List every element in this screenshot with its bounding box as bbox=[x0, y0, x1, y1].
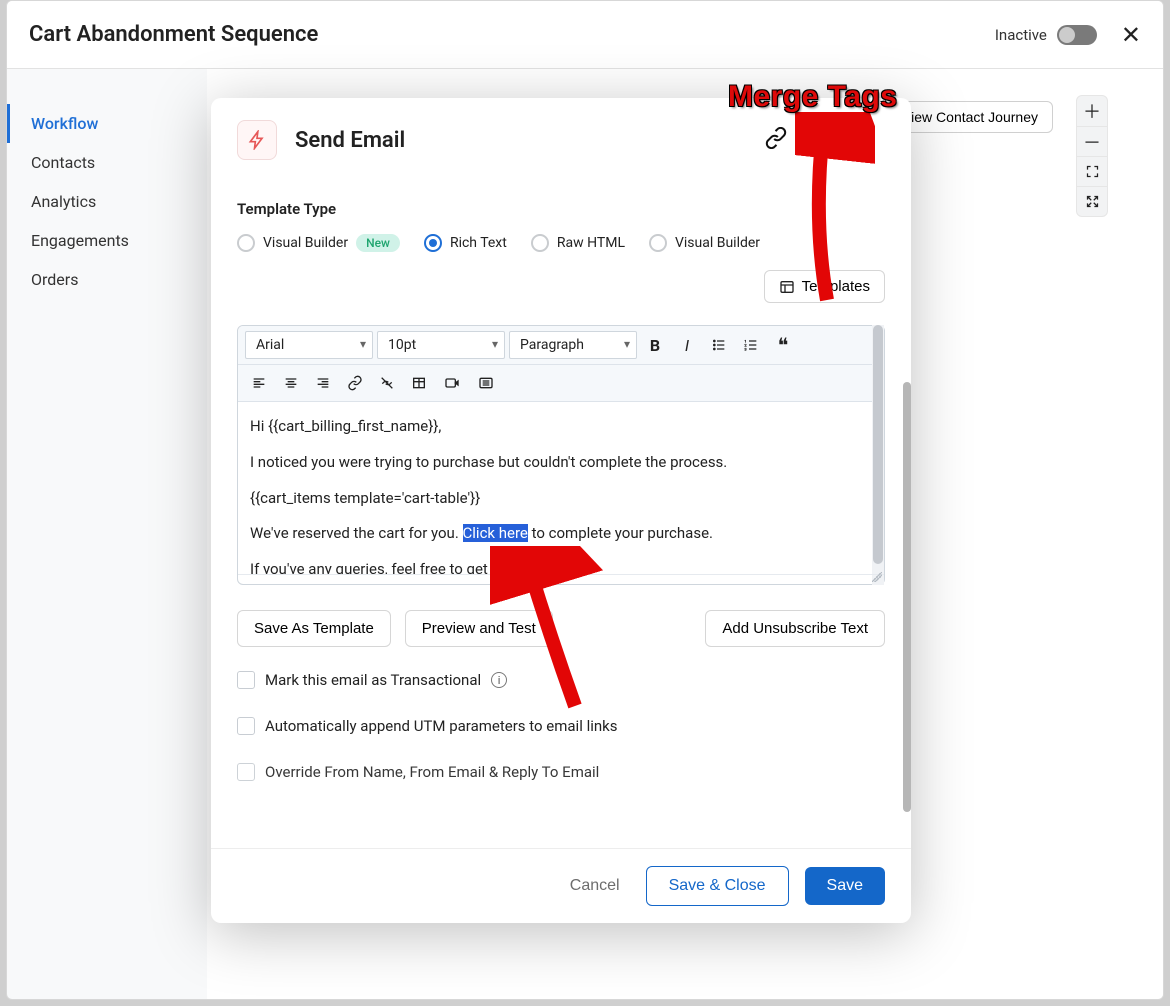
override-checkbox-row[interactable]: Override From Name, From Email & Reply T… bbox=[237, 763, 885, 781]
checkbox-icon bbox=[237, 763, 255, 781]
editor-line: {{cart_items template='cart-table'}} bbox=[250, 488, 872, 510]
active-toggle[interactable] bbox=[1057, 25, 1097, 45]
fullscreen-button[interactable] bbox=[1077, 186, 1107, 216]
bolt-icon bbox=[237, 120, 277, 160]
radio-label: Raw HTML bbox=[557, 235, 625, 251]
radio-icon bbox=[649, 234, 667, 252]
editor-toolbar-row-1: Arial 10pt Paragraph B I 123 ❝ bbox=[238, 326, 884, 365]
save-close-button[interactable]: Save & Close bbox=[646, 866, 789, 906]
radio-raw-html[interactable]: Raw HTML bbox=[531, 234, 625, 252]
send-email-modal: Send Email {{‥}} ✕ Template Type Visual … bbox=[211, 98, 911, 923]
checkbox-label: Override From Name, From Email & Reply T… bbox=[265, 763, 599, 781]
checkbox-label: Mark this email as Transactional bbox=[265, 671, 481, 689]
checkbox-label: Automatically append UTM parameters to e… bbox=[265, 717, 618, 735]
modal-footer: Cancel Save & Close Save bbox=[211, 848, 911, 923]
radio-icon bbox=[531, 234, 549, 252]
font-size-select[interactable]: 10pt bbox=[377, 331, 505, 359]
sidebar-item-analytics[interactable]: Analytics bbox=[7, 182, 207, 221]
save-as-template-button[interactable]: Save As Template bbox=[237, 610, 391, 647]
radio-label: Visual Builder bbox=[263, 235, 348, 251]
templates-icon bbox=[779, 279, 795, 295]
top-bar: Cart Abandonment Sequence Inactive ✕ bbox=[7, 1, 1163, 69]
blockquote-button[interactable]: ❝ bbox=[769, 332, 797, 358]
modal-body: Template Type Visual Builder New Rich Te… bbox=[211, 172, 911, 848]
preview-and-test-button[interactable]: Preview and Test bbox=[405, 610, 553, 647]
templates-button[interactable]: Templates bbox=[764, 270, 885, 303]
rich-text-editor: Arial 10pt Paragraph B I 123 ❝ bbox=[237, 325, 885, 585]
close-icon[interactable]: ✕ bbox=[1121, 21, 1141, 49]
fit-screen-button[interactable] bbox=[1077, 156, 1107, 186]
utm-checkbox-row[interactable]: Automatically append UTM parameters to e… bbox=[237, 717, 885, 735]
editor-line: Hi {{cart_billing_first_name}}, bbox=[250, 416, 872, 438]
radio-label: Rich Text bbox=[450, 235, 507, 251]
radio-visual-builder[interactable]: Visual Builder bbox=[649, 234, 760, 252]
sidebar-item-workflow[interactable]: Workflow bbox=[7, 104, 207, 143]
insert-link-button[interactable] bbox=[341, 370, 369, 396]
zoom-panel: ＋ － bbox=[1076, 95, 1108, 217]
italic-button[interactable]: I bbox=[673, 332, 701, 358]
editor-toolbar-row-2 bbox=[238, 365, 884, 402]
transactional-checkbox-row[interactable]: Mark this email as Transactional i bbox=[237, 671, 885, 689]
sidebar-item-contacts[interactable]: Contacts bbox=[7, 143, 207, 182]
align-left-button[interactable] bbox=[245, 370, 273, 396]
save-button[interactable]: Save bbox=[805, 867, 885, 905]
template-type-label: Template Type bbox=[237, 200, 885, 218]
link-icon[interactable] bbox=[759, 127, 793, 154]
radio-icon bbox=[237, 234, 255, 252]
editor-line: I noticed you were trying to purchase bu… bbox=[250, 452, 872, 474]
radio-rich-text[interactable]: Rich Text bbox=[424, 234, 507, 252]
sidebar: Workflow Contacts Analytics Engagements … bbox=[7, 69, 207, 999]
modal-title: Send Email bbox=[295, 128, 759, 153]
add-unsubscribe-button[interactable]: Add Unsubscribe Text bbox=[705, 610, 885, 647]
align-center-button[interactable] bbox=[277, 370, 305, 396]
merge-tags-icon[interactable]: {{‥}} bbox=[805, 130, 839, 151]
checkbox-icon bbox=[237, 671, 255, 689]
view-contact-journey-button[interactable]: View Contact Journey bbox=[887, 101, 1053, 133]
align-right-button[interactable] bbox=[309, 370, 337, 396]
sidebar-item-engagements[interactable]: Engagements bbox=[7, 221, 207, 260]
annotation-label: Merge Tags bbox=[728, 80, 898, 114]
bold-button[interactable]: B bbox=[641, 332, 669, 358]
radio-icon bbox=[424, 234, 442, 252]
checkbox-icon bbox=[237, 717, 255, 735]
page-title: Cart Abandonment Sequence bbox=[29, 22, 995, 47]
template-type-radio-group: Visual Builder New Rich Text Raw HTML Vi… bbox=[237, 234, 885, 252]
media-button[interactable] bbox=[437, 370, 467, 396]
info-icon[interactable]: i bbox=[491, 672, 507, 688]
numbered-list-button[interactable]: 123 bbox=[737, 332, 765, 358]
bullet-list-button[interactable] bbox=[705, 332, 733, 358]
svg-text:3: 3 bbox=[744, 346, 746, 351]
zoom-out-button[interactable]: － bbox=[1077, 126, 1107, 156]
sidebar-item-orders[interactable]: Orders bbox=[7, 260, 207, 299]
editor-line: We've reserved the cart for you. Click h… bbox=[250, 523, 872, 545]
new-badge: New bbox=[356, 234, 400, 252]
radio-label: Visual Builder bbox=[675, 235, 760, 251]
cancel-button[interactable]: Cancel bbox=[560, 869, 630, 903]
insert-table-button[interactable] bbox=[405, 370, 433, 396]
status-text: Inactive bbox=[995, 26, 1047, 44]
editor-content[interactable]: Hi {{cart_billing_first_name}}, I notice… bbox=[238, 402, 884, 574]
font-family-select[interactable]: Arial bbox=[245, 331, 373, 359]
block-format-select[interactable]: Paragraph bbox=[509, 331, 637, 359]
modal-close-icon[interactable]: ✕ bbox=[851, 128, 885, 152]
editor-resize-handle[interactable] bbox=[238, 574, 884, 584]
zoom-in-button[interactable]: ＋ bbox=[1077, 96, 1107, 126]
templates-button-label: Templates bbox=[802, 278, 870, 295]
selected-text: Click here bbox=[463, 524, 528, 542]
unlink-button[interactable] bbox=[373, 370, 401, 396]
editor-line: If you've any queries, feel free to get … bbox=[250, 559, 872, 574]
editor-scrollbar[interactable] bbox=[872, 402, 884, 574]
editor-actions: Save As Template Preview and Test Add Un… bbox=[237, 610, 885, 647]
source-code-button[interactable] bbox=[471, 370, 501, 396]
modal-scrollbar[interactable] bbox=[903, 382, 911, 812]
radio-visual-builder-new[interactable]: Visual Builder New bbox=[237, 234, 400, 252]
